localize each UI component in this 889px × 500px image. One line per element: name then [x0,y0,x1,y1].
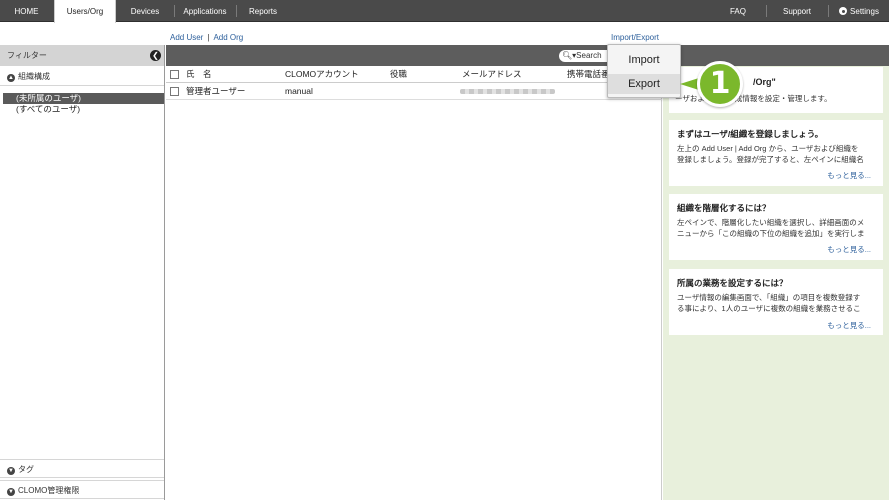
col-email[interactable]: メールアドレス [462,66,522,83]
nav-support[interactable]: Support [772,0,822,22]
help-card-line: 左ペインで、階層化したい組織を選択し、詳細画面のメ [677,218,865,227]
section-admin-label: CLOMO管理権限 [18,486,80,495]
more-link[interactable]: もっと見る... [827,170,871,181]
filter-panel: フィルター ❮ ▲ 組織構成 (未所属のユーザ) (すべてのユーザ) ▼ タグ ▼ C… [0,45,165,500]
nav-separator [766,5,767,17]
help-card-text: ユーザ情報の編集画面で、「組織」の項目を複数登録す る事により、1人のユーザに複… [677,292,877,314]
search-icon: 🔍︎▾ [562,51,577,60]
tree-item-unassigned[interactable]: (未所属のユーザ) [3,93,164,104]
help-card-text: 左上の Add User | Add Org から、ユーザおよび組織を 登録しま… [677,143,877,165]
collapse-panel-icon[interactable]: ❮ [150,50,161,61]
help-card-line: ニューから「この組織の下位の組織を追加」を実行しま [677,229,865,238]
section-tags[interactable]: ▼ タグ [0,459,164,478]
help-card-line: 登録しましょう。登録が完了すると、左ペインに組織名 [677,155,864,164]
col-name[interactable]: 氏 名 [186,66,212,83]
chevron-down-icon: ▼ [7,488,15,496]
user-org-actions: Add User | Add Org [170,33,243,42]
help-card-line: ユーザ情報の編集画面で、「組織」の項目を複数登録す [677,293,861,302]
tree-item-all-users[interactable]: (すべてのユーザ) [3,104,164,115]
import-export-link[interactable]: Import/Export [611,33,659,42]
nav-settings[interactable]: Settings [833,0,885,22]
section-org-structure[interactable]: ▲ 組織構成 [0,67,164,86]
help-card-title: まずはユーザ/組織を登録しましょう。 [677,129,824,139]
col-account[interactable]: CLOMOアカウント [285,66,359,83]
top-navigation: HOME Users/Org Devices Applications Repo… [0,0,889,23]
help-panel: /Org" ーザおよび組織構成情報を設定・管理します。 まずはユーザ/組織を登録… [663,45,889,500]
help-card-hierarchy: 組織を階層化するには？ 左ペインで、階層化したい組織を選択し、詳細画面のメ ニュ… [669,194,883,260]
row-checkbox[interactable] [170,87,179,96]
section-org-label: 組織構成 [18,72,50,81]
help-card-register: まずはユーザ/組織を登録しましょう。 左上の Add User | Add Or… [669,120,883,186]
nav-faq[interactable]: FAQ [720,0,756,22]
help-intro-title: /Org" [753,77,776,87]
nav-devices[interactable]: Devices [117,0,173,22]
add-org-link[interactable]: Add Org [213,33,243,42]
help-card-duties: 所属の業務を設定するには？ ユーザ情報の編集画面で、「組織」の項目を複数登録す … [669,269,883,335]
nav-separator [828,5,829,17]
help-card-text: 左ペインで、階層化したい組織を選択し、詳細画面のメ ニューから「この組織の下位の… [677,217,877,239]
nav-reports[interactable]: Reports [237,0,289,22]
nav-settings-label: Settings [850,7,879,16]
search-placeholder: Search [576,51,602,60]
select-all-checkbox[interactable] [170,70,179,79]
help-card-title: 組織を階層化するには？ [677,203,771,213]
row-name[interactable]: 管理者ユーザー [186,83,245,100]
link-separator: | [207,33,210,42]
import-export-menu: Import Export [607,44,681,98]
section-admin-rights[interactable]: ▼ CLOMO管理権限 [0,480,164,499]
user-list-panel: 🔍︎▾Search 氏 名 CLOMOアカウント 役職 メールアドレス 携帯電話… [166,45,662,500]
menu-item-export[interactable]: Export [608,74,680,94]
help-card-title: 所属の業務を設定するには？ [677,278,788,288]
gear-icon [839,7,848,15]
section-tags-label: タグ [18,465,34,474]
row-account: manual [285,86,313,96]
table-row[interactable]: 管理者ユーザー manual [166,83,662,100]
col-mobile[interactable]: 携帯電話番 [567,66,610,83]
menu-item-import[interactable]: Import [608,50,680,70]
nav-applications[interactable]: Applications [175,0,235,22]
filter-header: フィルター ❮ [0,45,164,66]
help-card-line: る事により、1人のユーザに複数の組織を業務させるこ [677,304,861,313]
more-link[interactable]: もっと見る... [827,244,871,255]
more-link[interactable]: もっと見る... [827,320,871,331]
redacted-email [460,89,555,94]
list-toolbar: 🔍︎▾Search [166,45,662,66]
help-panel-header [663,45,889,66]
help-card-line: 左上の Add User | Add Org から、ユーザおよび組織を [677,144,859,153]
chevron-down-icon: ▼ [7,467,15,475]
col-title[interactable]: 役職 [390,66,407,83]
nav-home[interactable]: HOME [0,0,53,22]
add-user-link[interactable]: Add User [170,33,203,42]
table-header: 氏 名 CLOMOアカウント 役職 メールアドレス 携帯電話番 [166,66,662,83]
filter-title: フィルター [7,51,47,60]
step-badge: 1 [697,61,743,107]
nav-users-org[interactable]: Users/Org [54,0,116,23]
chevron-up-icon: ▲ [7,74,15,82]
